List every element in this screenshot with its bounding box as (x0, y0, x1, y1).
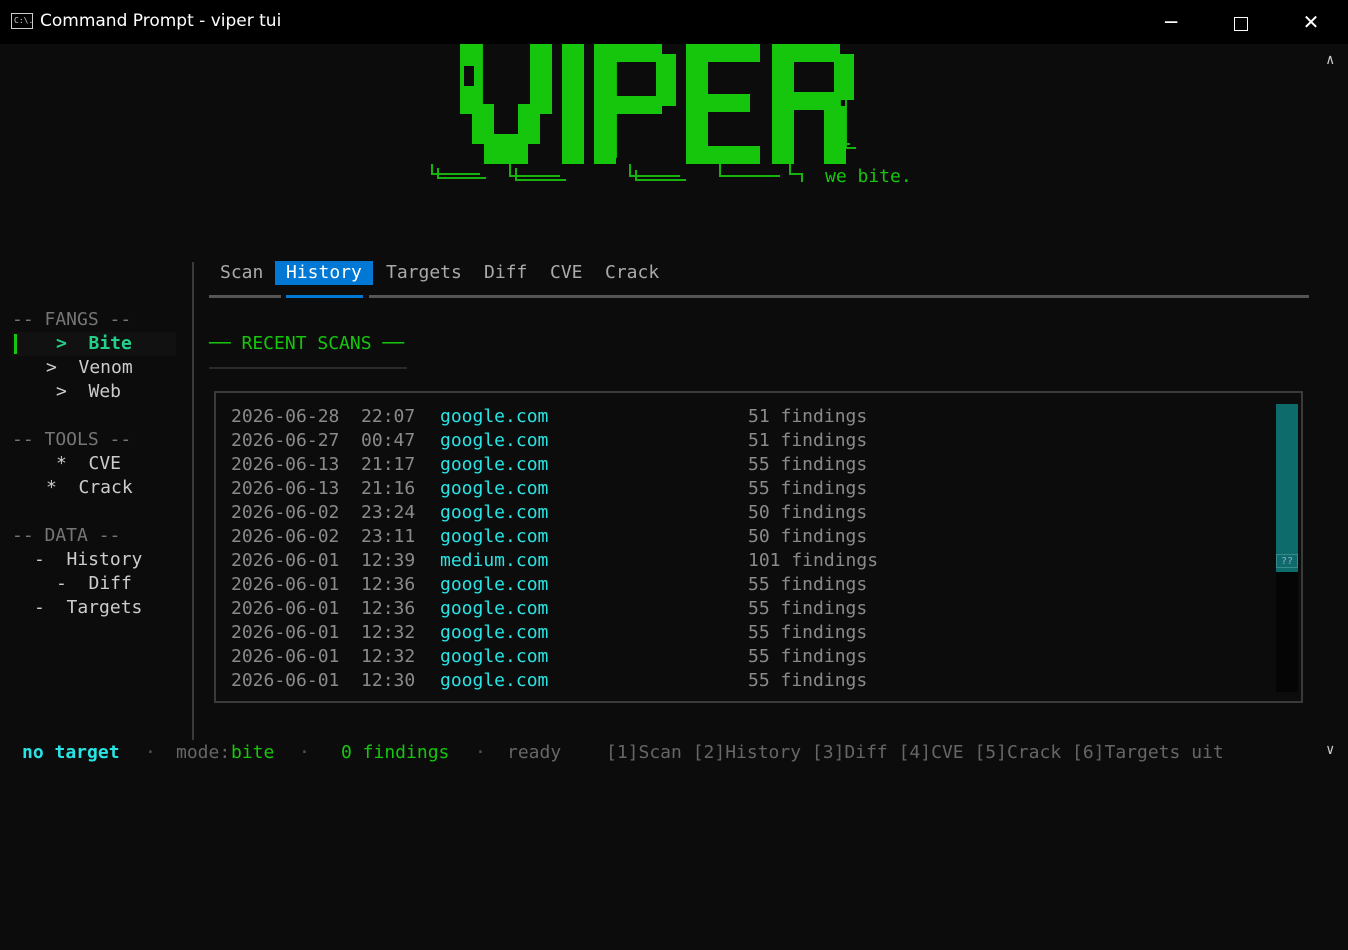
sidebar-item-history[interactable]: - History (34, 549, 142, 570)
viper-logo (431, 44, 856, 182)
scan-findings: 101 findings (748, 550, 879, 571)
scrollbar-glyph: ?? (1276, 554, 1298, 568)
scan-date: 2026-06-01 12:32 (231, 646, 416, 667)
sidebar-item-venom[interactable]: > Venom (46, 357, 133, 378)
window-title: Command Prompt - viper tui (40, 11, 282, 31)
status-mode: bite (231, 742, 275, 763)
scan-findings: 55 findings (748, 622, 868, 643)
tab-targets[interactable]: Targets (386, 261, 462, 285)
sidebar-item-web[interactable]: > Web (56, 381, 121, 402)
logo-tagline: we bite. (825, 166, 912, 187)
scan-date: 2026-06-02 23:11 (231, 526, 416, 547)
maximize-button[interactable] (1206, 0, 1276, 44)
status-separator: · (145, 742, 156, 763)
scan-date: 2026-06-28 22:07 (231, 406, 416, 427)
status-mode-label: mode: (176, 742, 231, 763)
tab-underline-active (286, 295, 363, 298)
scan-host: google.com (440, 430, 549, 451)
title-bar: C:\. Command Prompt - viper tui ─ ✕ (0, 0, 1348, 44)
scan-host: google.com (440, 598, 549, 619)
scan-host: google.com (440, 478, 549, 499)
sidebar-section-data: -- DATA -- (12, 525, 121, 546)
scan-host: google.com (440, 526, 549, 547)
tab-cve[interactable]: CVE (550, 261, 583, 285)
status-bar: no target · mode: bite · 0 findings · re… (0, 740, 1320, 766)
status-target: no target (22, 742, 120, 763)
scan-date: 2026-06-01 12:30 (231, 670, 416, 691)
terminal-icon: C:\. (11, 13, 33, 29)
sidebar-section-fangs: -- FANGS -- (12, 309, 132, 330)
scan-date: 2026-06-27 00:47 (231, 430, 416, 451)
scan-date: 2026-06-01 12:32 (231, 622, 416, 643)
tab-diff[interactable]: Diff (484, 261, 527, 285)
scan-host: medium.com (440, 550, 549, 571)
scan-findings: 55 findings (748, 670, 868, 691)
scan-findings: 51 findings (748, 430, 868, 451)
scan-findings: 55 findings (748, 598, 868, 619)
minimize-button[interactable]: ─ (1136, 0, 1206, 44)
scan-host: google.com (440, 670, 549, 691)
scan-host: google.com (440, 406, 549, 427)
scan-findings: 55 findings (748, 646, 868, 667)
scan-findings: 55 findings (748, 478, 868, 499)
status-separator: · (475, 742, 486, 763)
status-findings: 0 findings (341, 742, 450, 763)
status-keybindings: [1]Scan [2]History [3]Diff [4]CVE [5]Cra… (606, 742, 1224, 763)
tab-history[interactable]: History (275, 261, 373, 285)
tab-crack[interactable]: Crack (605, 261, 659, 285)
scan-findings: 50 findings (748, 502, 868, 523)
scan-date: 2026-06-01 12:36 (231, 574, 416, 595)
scrollbar-thumb[interactable] (1276, 404, 1298, 572)
maximize-icon (1234, 16, 1248, 31)
scan-host: google.com (440, 646, 549, 667)
scan-findings: 55 findings (748, 574, 868, 595)
section-divider (209, 367, 407, 369)
scan-host: google.com (440, 502, 549, 523)
scan-findings: 55 findings (748, 454, 868, 475)
sidebar-section-tools: -- TOOLS -- (12, 429, 132, 450)
sidebar-item-bite[interactable]: > Bite (56, 333, 132, 354)
close-button[interactable]: ✕ (1276, 0, 1346, 44)
scroll-up-arrow-icon[interactable]: ∧ (1326, 52, 1334, 68)
section-title: ── RECENT SCANS ── (209, 333, 405, 354)
sidebar-item-diff[interactable]: - Diff (56, 573, 132, 594)
scan-host: google.com (440, 574, 549, 595)
scan-date: 2026-06-02 23:24 (231, 502, 416, 523)
scan-date: 2026-06-01 12:36 (231, 598, 416, 619)
tab-underline (369, 295, 1309, 298)
status-separator: · (299, 742, 310, 763)
status-state: ready (507, 742, 562, 763)
sidebar-divider (192, 262, 194, 740)
scan-findings: 51 findings (748, 406, 868, 427)
tab-underline (209, 295, 281, 298)
sidebar-item-cve[interactable]: * CVE (56, 453, 121, 474)
sidebar-item-targets[interactable]: - Targets (34, 597, 142, 618)
sidebar-item-crack[interactable]: * Crack (46, 477, 133, 498)
tab-scan[interactable]: Scan (220, 261, 263, 285)
scan-date: 2026-06-13 21:17 (231, 454, 416, 475)
scroll-down-arrow-icon[interactable]: ∨ (1326, 742, 1334, 758)
sidebar-active-indicator (14, 334, 17, 354)
scan-date: 2026-06-13 21:16 (231, 478, 416, 499)
scan-host: google.com (440, 454, 549, 475)
scan-date: 2026-06-01 12:39 (231, 550, 416, 571)
scan-findings: 50 findings (748, 526, 868, 547)
scan-host: google.com (440, 622, 549, 643)
